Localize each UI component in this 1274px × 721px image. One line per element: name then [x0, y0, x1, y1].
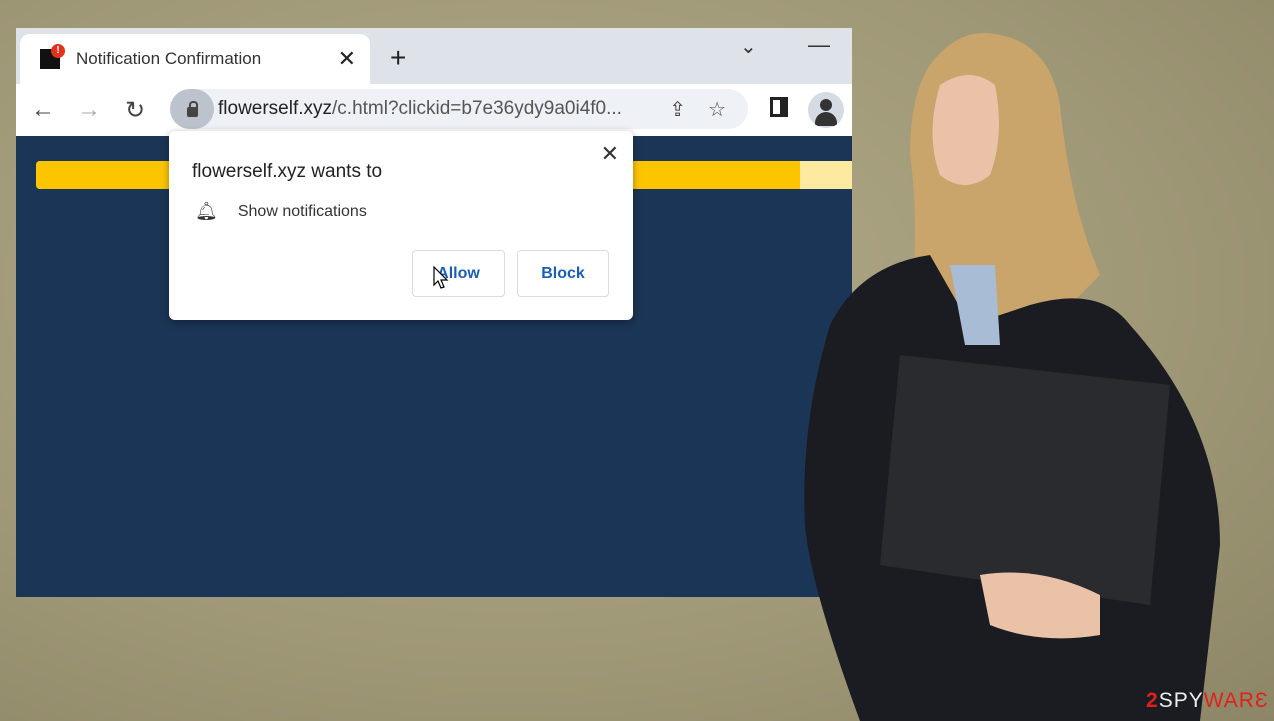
- bell-icon: 🔔︎: [195, 201, 218, 221]
- tab-notification-confirmation[interactable]: ! Notification Confirmation ✕: [20, 34, 370, 84]
- url-path: /c.html?clickid=b7e36ydy9a0i4f0...: [332, 98, 622, 119]
- lock-icon[interactable]: [170, 89, 214, 129]
- allow-button[interactable]: Allow: [412, 250, 505, 297]
- permission-label: Show notifications: [237, 202, 367, 220]
- woman-with-folder-image: [804, 33, 1220, 721]
- tab-title: Notification Confirmation: [76, 49, 262, 68]
- close-tab-icon[interactable]: ✕: [338, 46, 356, 72]
- side-panel-icon[interactable]: [770, 97, 788, 117]
- close-icon[interactable]: ✕: [601, 141, 619, 167]
- popup-title: flowerself.xyz wants to: [192, 161, 383, 182]
- url-text[interactable]: flowerself.xyz/c.html?clickid=b7e36ydy9a…: [218, 98, 669, 120]
- favicon-icon: !: [40, 44, 65, 69]
- tab-search-chevron-icon[interactable]: ⌄: [740, 34, 757, 59]
- back-icon[interactable]: ←: [20, 96, 66, 124]
- mouse-cursor-icon: [433, 266, 449, 289]
- address-bar[interactable]: flowerself.xyz/c.html?clickid=b7e36ydy9a…: [170, 89, 748, 129]
- share-icon[interactable]: ⇪: [669, 97, 686, 122]
- url-domain: flowerself.xyz: [218, 98, 333, 119]
- forward-icon[interactable]: →: [66, 96, 112, 124]
- star-icon[interactable]: ☆: [708, 97, 726, 122]
- block-button[interactable]: Block: [517, 250, 609, 297]
- watermark-logo: 2SPYWARƐ: [1146, 689, 1269, 712]
- badge: !: [51, 44, 65, 58]
- notification-permission-popup: flowerself.xyz wants to ✕ 🔔︎ Show notifi…: [169, 131, 633, 320]
- permission-row: 🔔︎ Show notifications: [195, 201, 367, 222]
- tab-strip: ! Notification Confirmation ✕ + ⌄ —: [16, 28, 852, 84]
- toolbar: ← → ↻ flowerself.xyz/c.html?clickid=b7e3…: [16, 84, 852, 136]
- reload-icon[interactable]: ↻: [112, 96, 158, 125]
- new-tab-button[interactable]: +: [390, 42, 406, 74]
